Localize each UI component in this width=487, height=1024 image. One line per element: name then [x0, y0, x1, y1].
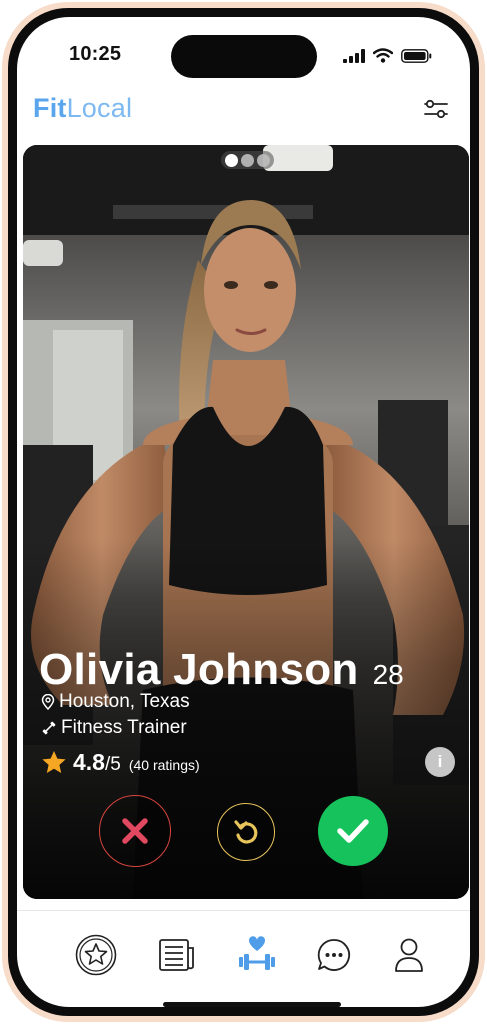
signal-icon — [343, 48, 365, 63]
nav-item-news[interactable] — [153, 931, 201, 979]
nav-item-discover[interactable] — [233, 931, 281, 979]
profile-name: Olivia Johnson — [39, 645, 359, 694]
star-circle-icon — [75, 934, 117, 976]
info-button[interactable]: i — [425, 747, 455, 777]
rating-value: 4.8 — [73, 749, 105, 775]
rating-count: (40 ratings) — [128, 757, 200, 773]
bottom-navigation — [17, 931, 470, 981]
nav-item-favorites[interactable] — [72, 931, 120, 979]
check-icon — [337, 819, 369, 843]
photo-dot-1[interactable] — [225, 153, 238, 167]
rating-row: 4.8 /5 (40 ratings) — [41, 749, 200, 776]
undo-button[interactable] — [217, 803, 275, 861]
profile-age: 28 — [372, 659, 404, 690]
accept-button[interactable] — [318, 796, 388, 866]
reject-button[interactable] — [99, 795, 171, 867]
brand-text-local: Local — [66, 93, 133, 123]
dumbbell-icon — [42, 721, 56, 735]
chat-icon — [317, 939, 350, 971]
profile-location: Houston, Texas — [59, 691, 190, 712]
photo-indicator — [221, 151, 274, 169]
phone-frame: 10:25 FitLocal Olivia Johnson 28 Houston… — [8, 8, 479, 1016]
user-icon — [395, 938, 423, 972]
battery-icon — [401, 48, 432, 63]
role-row: Fitness Trainer — [41, 717, 187, 739]
info-icon: i — [437, 752, 443, 771]
brand-text-fit: Fit — [33, 93, 67, 123]
undo-icon — [234, 820, 258, 844]
status-time: 10:25 — [69, 43, 122, 65]
photo-dot-3[interactable] — [257, 153, 270, 167]
rating-scale: /5 — [104, 754, 121, 775]
app-logo: FitLocal — [33, 93, 132, 124]
home-indicator — [163, 1002, 341, 1007]
sliders-icon — [424, 99, 448, 119]
screen: 10:25 FitLocal Olivia Johnson 28 Houston… — [17, 17, 470, 1007]
x-icon — [122, 818, 148, 844]
location-row: Houston, Texas — [41, 691, 190, 713]
nav-divider — [17, 910, 470, 911]
photo-dot-2[interactable] — [241, 153, 254, 167]
nav-item-profile[interactable] — [385, 931, 433, 979]
dumbbell-heart-icon — [239, 936, 275, 970]
location-pin-icon — [41, 694, 55, 710]
profile-card[interactable]: Olivia Johnson 28 Houston, Texas Fitness… — [23, 145, 469, 899]
phone-outer-shell: 10:25 FitLocal Olivia Johnson 28 Houston… — [2, 2, 485, 1022]
profile-role: Fitness Trainer — [61, 717, 187, 738]
name-row: Olivia Johnson 28 — [39, 645, 404, 695]
filter-button[interactable] — [422, 95, 450, 123]
nav-item-messages[interactable] — [310, 931, 358, 979]
star-icon — [42, 751, 66, 773]
status-icons — [343, 48, 432, 63]
wifi-icon — [373, 48, 393, 63]
newspaper-icon — [159, 939, 194, 971]
dynamic-island — [171, 35, 317, 78]
